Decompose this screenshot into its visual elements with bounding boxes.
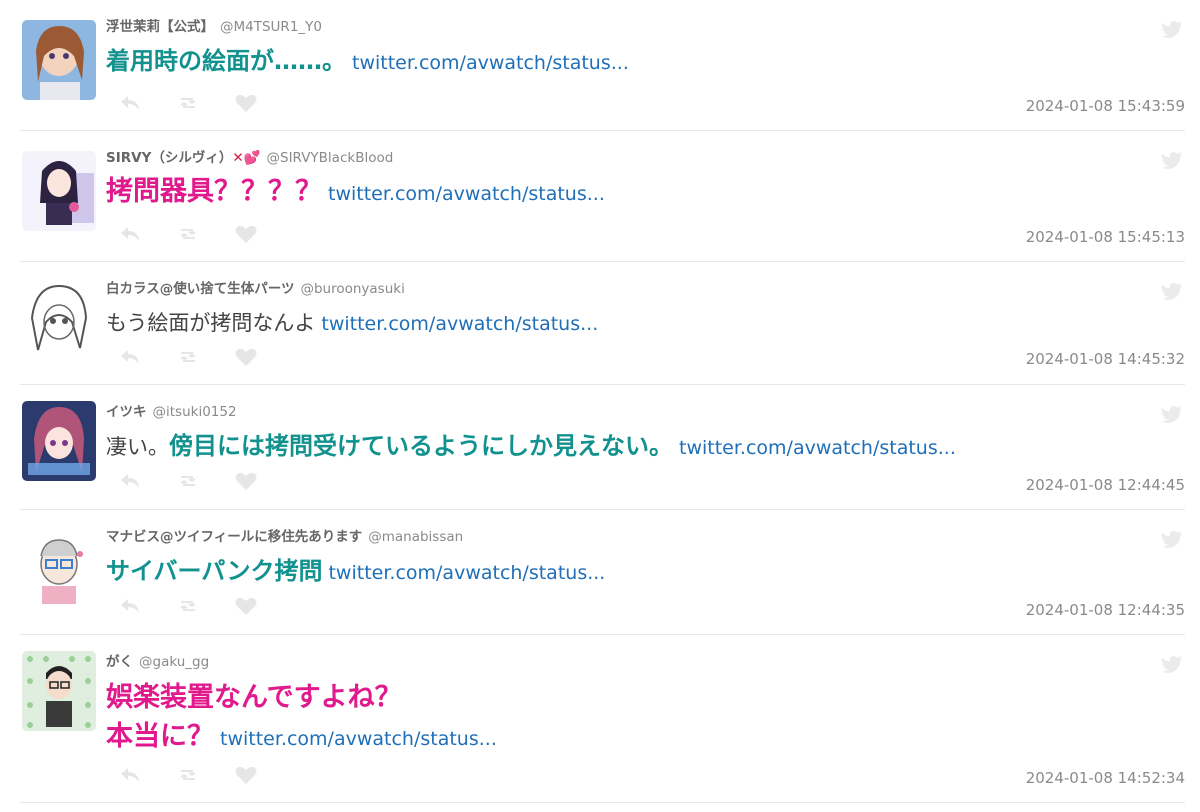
tweet-body: マナビス@ツイフィールに移住先あります @manabissan サイバーパンク拷問… — [106, 528, 1185, 590]
tweet-link[interactable]: twitter.com/avwatch/status... — [679, 437, 956, 459]
timestamp[interactable]: 2024-01-08 12:44:35 — [1026, 601, 1185, 619]
tweet-header: 白カラス@使い捨て生体パーツ @buroonyasuki — [106, 280, 1185, 298]
tweet-text-segment: サイバーパンク拷問 — [106, 557, 323, 585]
twitter-bird-icon[interactable] — [1161, 530, 1183, 548]
tweet-header: SIRVY（シルヴィ）✕💕 @SIRVYBlackBlood — [106, 149, 1185, 167]
avatar[interactable] — [22, 20, 96, 100]
tweet-body: がく @gaku_gg 娯楽装置なんですよね？ 本当に？ twitter.com/a… — [106, 653, 1185, 758]
display-name[interactable]: 浮世茉莉【公式】 — [106, 19, 214, 35]
retweet-icon[interactable] — [176, 596, 200, 616]
display-name[interactable]: マナビス@ツイフィールに移住先あります — [106, 529, 362, 545]
heart-icon[interactable] — [234, 224, 258, 244]
timestamp[interactable]: 2024-01-08 14:52:34 — [1026, 769, 1185, 787]
heart-icon[interactable] — [234, 596, 258, 616]
tweet-text: サイバーパンク拷問 twitter.com/avwatch/status... — [106, 555, 1185, 590]
tweet-text-segment: 娯楽装置なんですよね？ — [106, 682, 402, 713]
display-name[interactable]: SIRVY（シルヴィ） — [106, 150, 232, 166]
tweet-header: がく @gaku_gg — [106, 653, 1185, 671]
timestamp[interactable]: 2024-01-08 15:43:59 — [1026, 97, 1185, 115]
user-handle[interactable]: @M4TSUR1_Y0 — [220, 19, 322, 35]
heart-icon[interactable] — [234, 93, 258, 113]
tweet-text: 拷問器具？？？？ twitter.com/avwatch/status... — [106, 176, 1185, 211]
retweet-icon[interactable] — [176, 765, 200, 785]
reply-icon[interactable] — [118, 347, 142, 367]
display-name[interactable]: がく — [106, 654, 133, 670]
tweet-text-segment: 凄い。 — [106, 435, 169, 459]
tweet-card: マナビス@ツイフィールに移住先あります @manabissan サイバーパンク拷問… — [20, 510, 1185, 635]
timestamp[interactable]: 2024-01-08 15:45:13 — [1026, 228, 1185, 246]
avatar[interactable] — [22, 151, 96, 231]
tweet-actions — [118, 93, 258, 113]
tweet-card: がく @gaku_gg 娯楽装置なんですよね？ 本当に？ twitter.com/a… — [20, 635, 1185, 803]
tweet-link[interactable]: twitter.com/avwatch/status... — [321, 313, 598, 335]
tweet-feed: 浮世茉莉【公式】 @M4TSUR1_Y0 着用時の絵面が……。 twitter.co… — [0, 0, 1200, 803]
reply-icon[interactable] — [118, 224, 142, 244]
tweet-actions — [118, 224, 258, 244]
tweet-card: 浮世茉莉【公式】 @M4TSUR1_Y0 着用時の絵面が……。 twitter.co… — [20, 0, 1185, 131]
tweet-actions — [118, 347, 258, 367]
tweet-card: 白カラス@使い捨て生体パーツ @buroonyasuki もう絵面が拷問なんよ tw… — [20, 262, 1185, 385]
tweet-text-segment: 本当に？ — [106, 721, 214, 752]
tweet-text: 娯楽装置なんですよね？ 本当に？ twitter.com/avwatch/stat… — [106, 680, 1185, 758]
twitter-bird-icon[interactable] — [1161, 405, 1183, 423]
tweet-card: イツキ @itsuki0152 凄い。傍目には拷問受けているようにしか見えない。 t… — [20, 385, 1185, 510]
tweet-actions — [118, 765, 258, 785]
retweet-icon[interactable] — [176, 471, 200, 491]
user-handle[interactable]: @SIRVYBlackBlood — [267, 150, 394, 166]
tweet-text-segment: 傍目には拷問受けているようにしか見えない。 — [169, 432, 673, 460]
twitter-bird-icon[interactable] — [1161, 282, 1183, 300]
tweet-text-segment: 着用時の絵面が……。 — [106, 47, 346, 75]
tweet-actions — [118, 596, 258, 616]
reply-icon[interactable] — [118, 596, 142, 616]
tweet-text: 着用時の絵面が……。 twitter.com/avwatch/status... — [106, 45, 1185, 80]
reply-icon[interactable] — [118, 93, 142, 113]
tweet-link[interactable]: twitter.com/avwatch/status... — [352, 52, 629, 74]
retweet-icon[interactable] — [176, 93, 200, 113]
tweet-body: 浮世茉莉【公式】 @M4TSUR1_Y0 着用時の絵面が……。 twitter.co… — [106, 18, 1185, 80]
tweet-header: 浮世茉莉【公式】 @M4TSUR1_Y0 — [106, 18, 1185, 36]
twitter-bird-icon[interactable] — [1161, 151, 1183, 169]
tweet-link[interactable]: twitter.com/avwatch/status... — [328, 562, 605, 584]
timestamp[interactable]: 2024-01-08 12:44:45 — [1026, 476, 1185, 494]
display-name[interactable]: 白カラス@使い捨て生体パーツ — [106, 281, 294, 297]
tweet-body: 白カラス@使い捨て生体パーツ @buroonyasuki もう絵面が拷問なんよ tw… — [106, 280, 1185, 341]
name-emoji: ✕💕 — [232, 150, 261, 166]
tweet-link[interactable]: twitter.com/avwatch/status... — [328, 183, 605, 205]
tweet-header: イツキ @itsuki0152 — [106, 403, 1185, 421]
avatar[interactable] — [22, 278, 96, 358]
user-handle[interactable]: @itsuki0152 — [153, 404, 237, 420]
twitter-bird-icon[interactable] — [1161, 655, 1183, 673]
avatar[interactable] — [22, 526, 96, 606]
tweet-link[interactable]: twitter.com/avwatch/status... — [220, 728, 497, 750]
timestamp[interactable]: 2024-01-08 14:45:32 — [1026, 350, 1185, 368]
user-handle[interactable]: @gaku_gg — [139, 654, 209, 670]
tweet-body: SIRVY（シルヴィ）✕💕 @SIRVYBlackBlood 拷問器具？？？？ tw… — [106, 149, 1185, 211]
display-name[interactable]: イツキ — [106, 404, 147, 420]
tweet-text: 凄い。傍目には拷問受けているようにしか見えない。 twitter.com/avwa… — [106, 430, 1185, 465]
heart-icon[interactable] — [234, 347, 258, 367]
user-handle[interactable]: @manabissan — [368, 529, 463, 545]
tweet-text: もう絵面が拷問なんよ twitter.com/avwatch/status... — [106, 307, 1185, 341]
avatar[interactable] — [22, 401, 96, 481]
heart-icon[interactable] — [234, 765, 258, 785]
tweet-body: イツキ @itsuki0152 凄い。傍目には拷問受けているようにしか見えない。 t… — [106, 403, 1185, 465]
retweet-icon[interactable] — [176, 224, 200, 244]
heart-icon[interactable] — [234, 471, 258, 491]
tweet-card: SIRVY（シルヴィ）✕💕 @SIRVYBlackBlood 拷問器具？？？？ tw… — [20, 131, 1185, 262]
avatar[interactable] — [22, 651, 96, 731]
user-handle[interactable]: @buroonyasuki — [300, 281, 404, 297]
tweet-header: マナビス@ツイフィールに移住先あります @manabissan — [106, 528, 1185, 546]
tweet-actions — [118, 471, 258, 491]
twitter-bird-icon[interactable] — [1161, 20, 1183, 38]
tweet-text-segment: 拷問器具？？？？ — [106, 176, 322, 207]
tweet-text-segment: もう絵面が拷問なんよ — [106, 311, 316, 335]
reply-icon[interactable] — [118, 765, 142, 785]
reply-icon[interactable] — [118, 471, 142, 491]
retweet-icon[interactable] — [176, 347, 200, 367]
